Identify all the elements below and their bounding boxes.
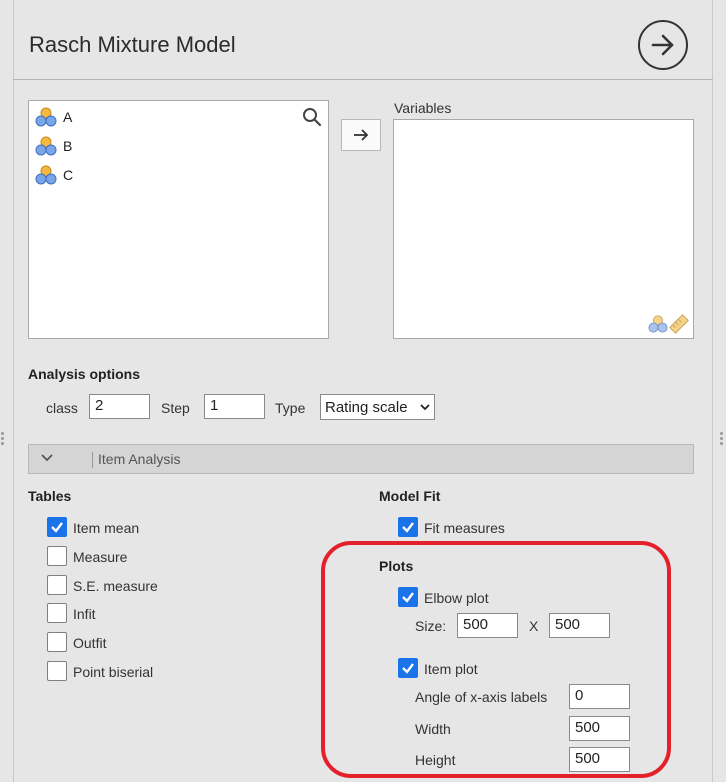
measure-checkbox[interactable] xyxy=(47,546,67,566)
infit-checkbox[interactable] xyxy=(47,603,67,623)
se-measure-label: S.E. measure xyxy=(73,578,158,594)
chevron-down-icon xyxy=(41,454,53,462)
allowed-types xyxy=(648,314,689,334)
fit-measures-label: Fit measures xyxy=(424,520,505,536)
outfit-checkbox[interactable] xyxy=(47,632,67,652)
outfit-label: Outfit xyxy=(73,635,107,651)
item-analysis-label: Item Analysis xyxy=(98,451,181,467)
checkmark-icon xyxy=(51,522,63,533)
arrow-circle-right-icon xyxy=(651,34,674,56)
left-resize-handle[interactable] xyxy=(1,432,4,447)
list-item[interactable]: A xyxy=(35,107,72,127)
variable-name: A xyxy=(63,109,73,125)
type-select[interactable]: Rating scale xyxy=(320,394,435,420)
list-item[interactable]: C xyxy=(35,165,73,185)
item-analysis-section-header[interactable]: Item Analysis xyxy=(28,444,694,474)
nominal-variable-icon xyxy=(35,107,57,127)
search-icon[interactable] xyxy=(302,107,322,127)
type-label: Type xyxy=(275,400,306,416)
point-biserial-checkbox[interactable] xyxy=(47,661,67,681)
fit-measures-checkbox[interactable] xyxy=(398,517,418,537)
page-title: Rasch Mixture Model xyxy=(29,32,236,57)
variables-label: Variables xyxy=(394,100,452,116)
chevron-down-icon xyxy=(420,404,430,411)
class-label: class xyxy=(46,400,78,416)
panel-right-edge xyxy=(712,0,713,782)
checkmark-icon xyxy=(402,522,414,533)
se-measure-checkbox[interactable] xyxy=(47,575,67,595)
point-biserial-label: Point biserial xyxy=(73,664,154,680)
transfer-button[interactable] xyxy=(341,119,381,151)
step-input[interactable]: 1 xyxy=(204,394,265,419)
analysis-options-heading: Analysis options xyxy=(28,366,141,382)
list-item[interactable]: B xyxy=(35,136,72,156)
plots-highlight-annotation xyxy=(321,541,671,778)
nominal-variable-icon xyxy=(648,315,668,333)
right-resize-handle[interactable] xyxy=(720,432,723,447)
item-mean-checkbox[interactable] xyxy=(47,517,67,537)
variables-target-list[interactable] xyxy=(393,119,694,339)
header-separator xyxy=(92,452,93,468)
run-button[interactable] xyxy=(638,20,688,70)
nominal-variable-icon xyxy=(35,136,57,156)
tables-heading: Tables xyxy=(28,488,72,504)
variable-name: C xyxy=(63,167,74,183)
measure-label: Measure xyxy=(73,549,128,565)
type-select-value: Rating scale xyxy=(325,398,408,416)
panel-left-edge xyxy=(13,0,14,782)
continuous-variable-icon xyxy=(669,314,689,334)
nominal-variable-icon xyxy=(35,165,57,185)
step-label: Step xyxy=(161,400,190,416)
model-fit-heading: Model Fit xyxy=(379,488,441,504)
class-input[interactable]: 2 xyxy=(89,394,150,419)
variable-name: B xyxy=(63,138,73,154)
infit-label: Infit xyxy=(73,606,96,622)
source-variable-list[interactable]: A B C xyxy=(28,100,329,339)
item-mean-label: Item mean xyxy=(73,520,140,536)
arrow-right-icon xyxy=(354,129,369,141)
title-divider xyxy=(13,79,713,80)
